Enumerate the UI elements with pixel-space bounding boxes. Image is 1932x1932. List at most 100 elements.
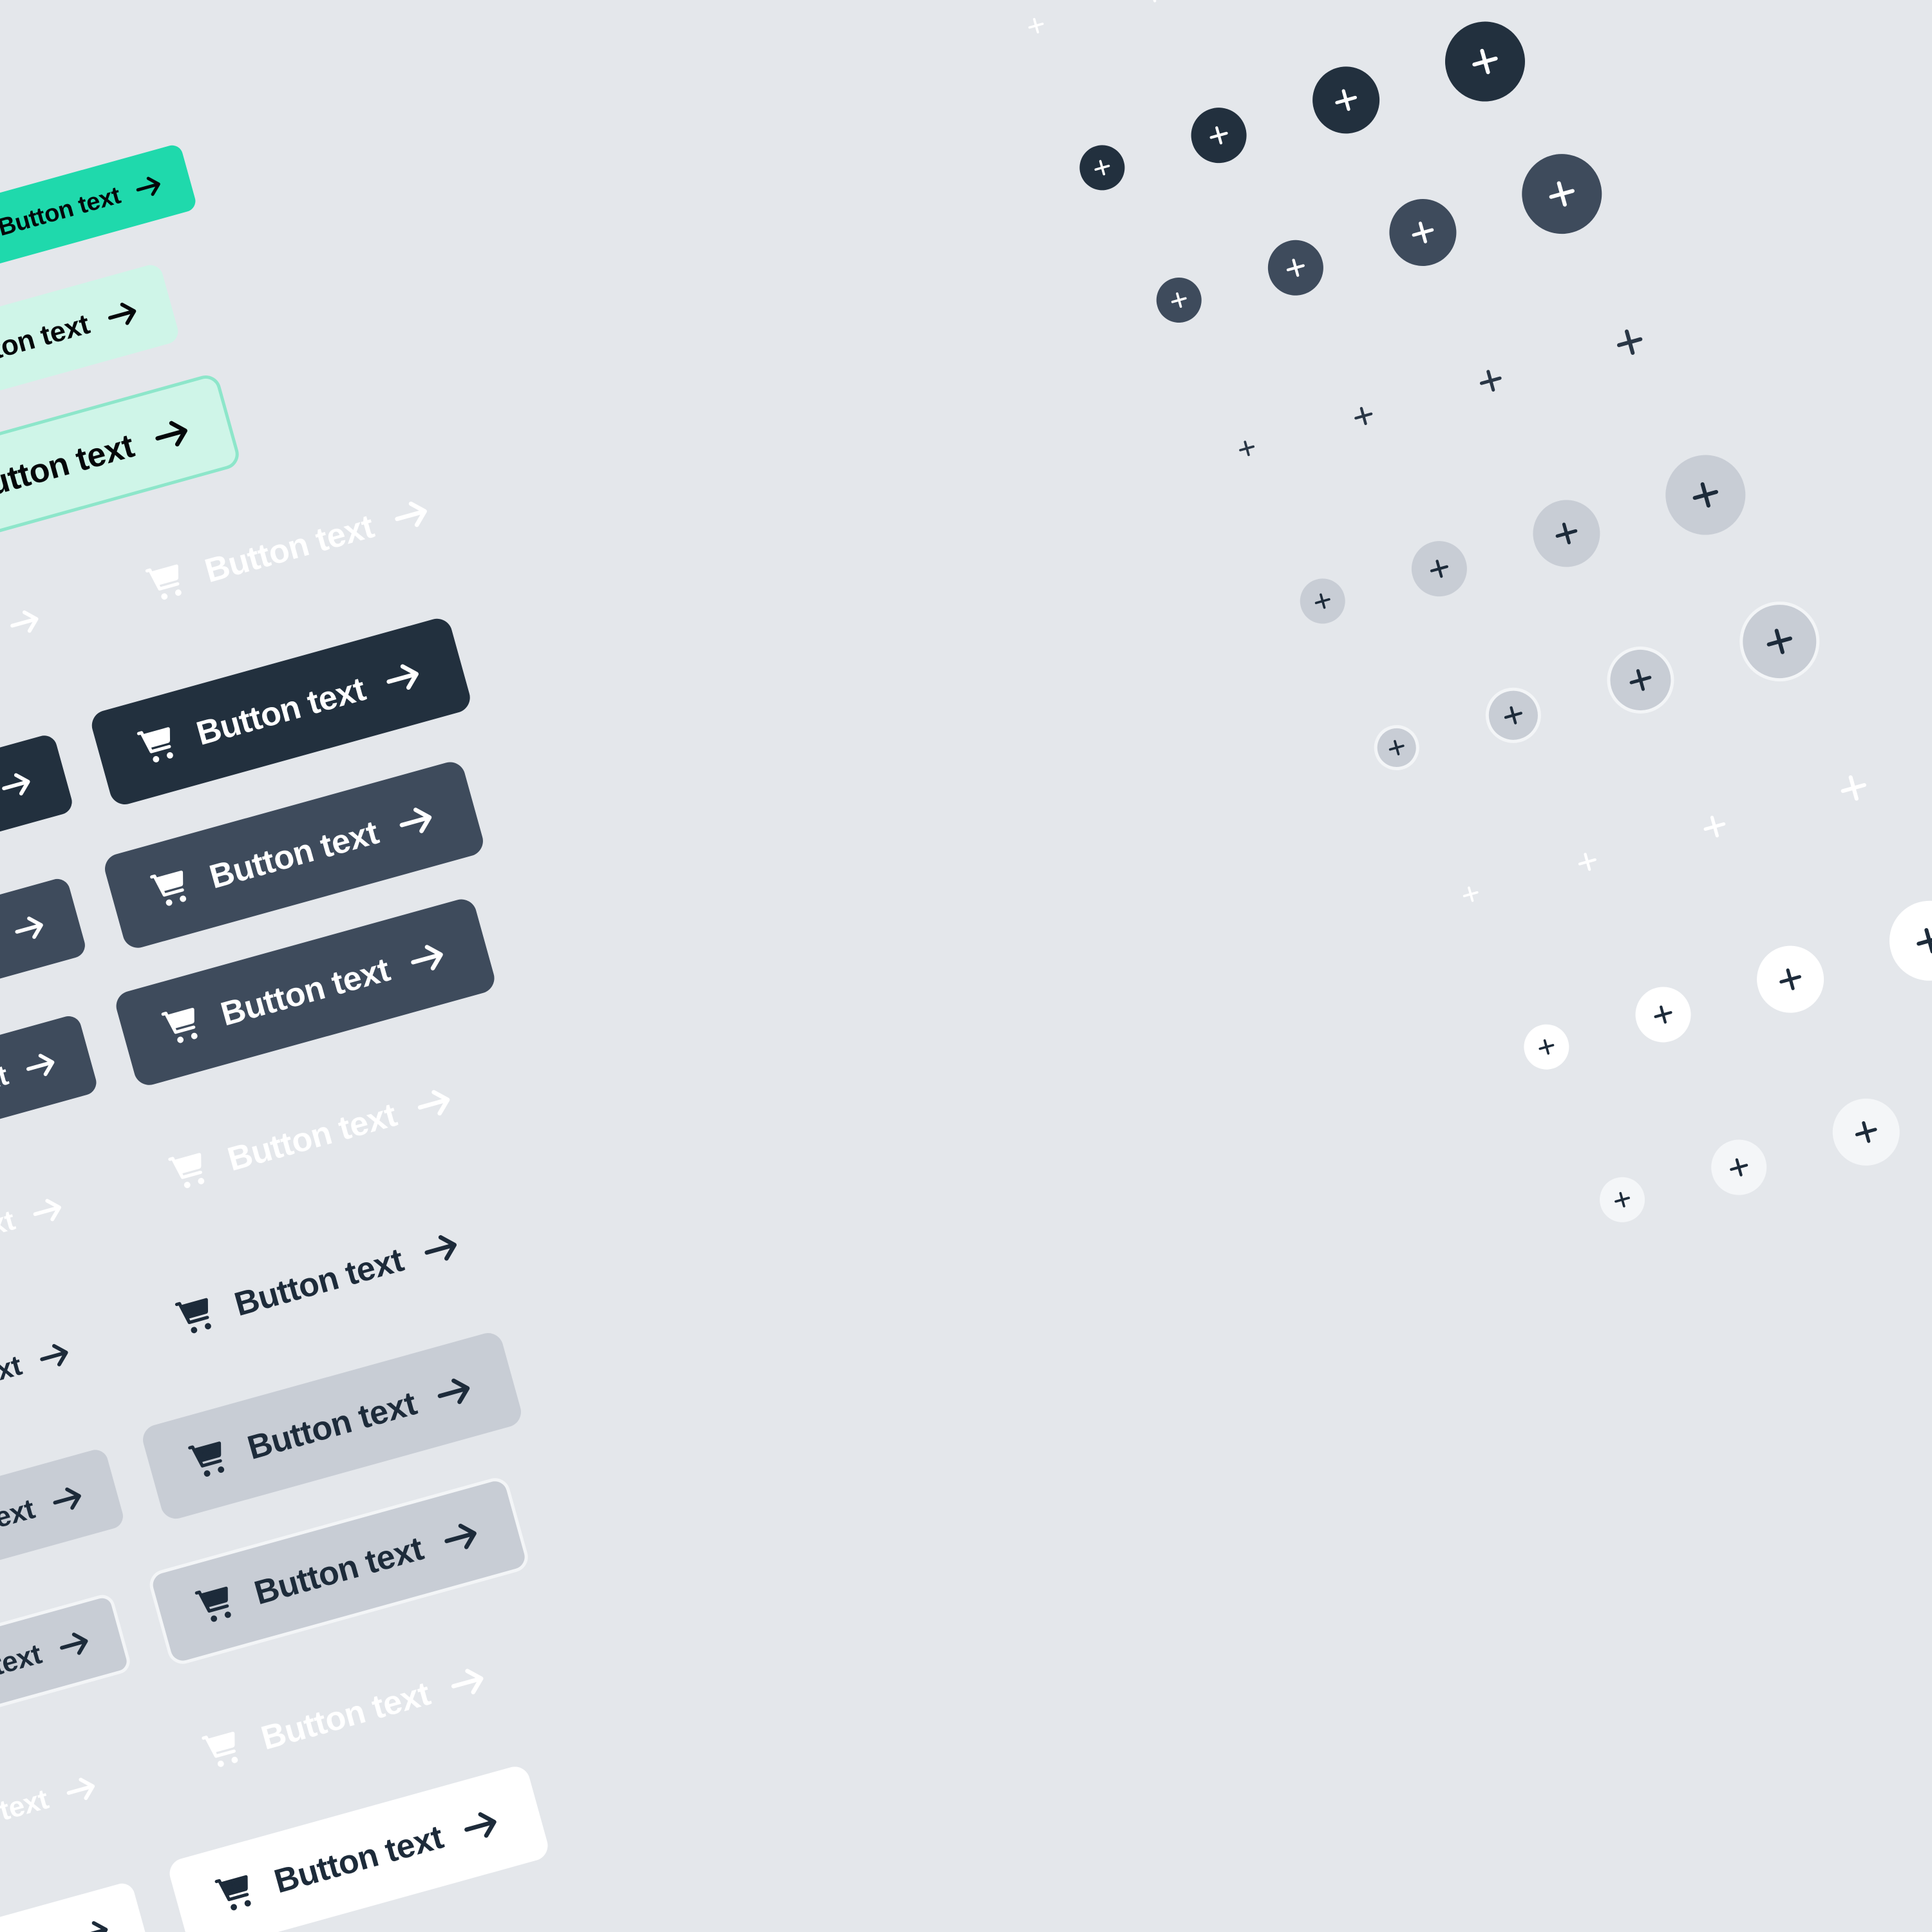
- add-to-cart-button[interactable]: Button text: [0, 1880, 153, 1932]
- button-label: Button text: [0, 1493, 38, 1562]
- arrow-right-icon: [442, 1657, 493, 1708]
- add-icon-button[interactable]: [1804, 739, 1903, 837]
- add-icon-button[interactable]: [1730, 592, 1829, 691]
- arrow-right-icon: [402, 933, 453, 984]
- plus-icon: [1463, 39, 1508, 84]
- add-icon-button[interactable]: [1705, 1133, 1774, 1202]
- add-icon-button[interactable]: [1074, 140, 1130, 196]
- add-to-cart-button[interactable]: Button text: [0, 1737, 140, 1899]
- add-icon-button[interactable]: [1824, 1090, 1908, 1173]
- add-icon-button[interactable]: [1880, 891, 1932, 990]
- plus-icon: [1696, 808, 1734, 846]
- plus-icon: [1166, 287, 1193, 314]
- add-icon-button[interactable]: [1443, 866, 1499, 922]
- button-label: Button text: [0, 1204, 19, 1274]
- plus-icon: [1609, 1186, 1636, 1213]
- text-button-rows: Button text Button text Button text Button …: [0, 0, 1932, 1932]
- arrow-right-icon: [52, 1622, 97, 1667]
- arrow-right-icon: [7, 906, 52, 951]
- plus-icon: [1497, 699, 1529, 731]
- gray-outline-icon-row: [1364, 592, 1829, 792]
- button-label: Button text: [0, 182, 124, 242]
- button-label: Button text: [243, 1385, 421, 1467]
- add-to-cart-icon: [198, 1725, 249, 1776]
- arrow-right-icon: [415, 1223, 466, 1274]
- button-label: Button text: [257, 1674, 435, 1757]
- plus-icon: [1540, 172, 1584, 216]
- add-icon-button[interactable]: [1405, 535, 1473, 603]
- button-label: Button text: [0, 427, 138, 510]
- add-icon-button[interactable]: [1525, 492, 1608, 575]
- arrow-right-icon: [3, 600, 47, 645]
- add-icon-button[interactable]: [1009, 0, 1064, 53]
- arrow-right-icon: [32, 1334, 77, 1378]
- white-icon-row: [1514, 891, 1932, 1091]
- add-icon-button[interactable]: [1119, 0, 1187, 28]
- add-icon-button[interactable]: [1294, 573, 1350, 629]
- plus-icon: [1622, 661, 1660, 699]
- add-icon-button[interactable]: [1594, 1171, 1651, 1227]
- arrow-right-icon: [19, 1043, 63, 1088]
- add-icon-button[interactable]: [1553, 828, 1622, 896]
- button-label: Button text: [205, 813, 383, 896]
- plus-icon: [1571, 846, 1603, 878]
- plus-icon: [1348, 400, 1379, 431]
- add-icon-button[interactable]: [1599, 638, 1682, 721]
- add-icon-button[interactable]: [1219, 421, 1274, 476]
- add-icon-button[interactable]: [1749, 938, 1832, 1021]
- add-icon-button[interactable]: [1512, 144, 1611, 243]
- plus-icon: [1023, 12, 1050, 39]
- plus-icon: [1472, 362, 1510, 400]
- add-icon-button[interactable]: [1479, 681, 1548, 750]
- add-icon-button[interactable]: [1151, 272, 1207, 328]
- plus-icon: [1907, 918, 1932, 963]
- add-icon-button[interactable]: [1519, 1019, 1575, 1075]
- add-to-cart-button[interactable]: Button text: [0, 570, 83, 732]
- gray-icon-row: [1290, 446, 1755, 645]
- add-to-cart-icon: [172, 1291, 223, 1341]
- add-icon-button[interactable]: [1368, 719, 1425, 776]
- rotated-button-grid: Button text Button text Button text Button …: [0, 0, 1932, 1932]
- plus-icon: [1309, 587, 1336, 614]
- plus-icon: [1089, 154, 1116, 181]
- plus-icon: [1533, 1034, 1560, 1061]
- plus-icon: [1383, 734, 1410, 761]
- arrow-right-icon: [435, 1512, 486, 1563]
- add-to-cart-icon: [165, 1146, 216, 1197]
- add-icon-button[interactable]: [1329, 382, 1397, 450]
- add-icon-button[interactable]: [1261, 233, 1330, 302]
- plus-icon: [1203, 120, 1235, 151]
- plus-icon: [1683, 473, 1728, 517]
- button-label: Button text: [223, 1096, 401, 1179]
- button-label: Button text: [0, 1059, 12, 1129]
- add-icon-button[interactable]: [1305, 59, 1388, 142]
- plus-icon: [1647, 999, 1679, 1030]
- button-label: Button text: [192, 670, 370, 753]
- plus-icon: [1457, 881, 1484, 908]
- button-label: Button text: [216, 951, 394, 1034]
- add-icon-button[interactable]: [1673, 785, 1756, 867]
- button-label: Button text: [0, 1783, 52, 1853]
- button-label: Button text: [230, 1241, 408, 1324]
- icon-button-rows: [0, 0, 1932, 1227]
- add-icon-button[interactable]: [1580, 293, 1679, 392]
- add-icon-button[interactable]: [1381, 191, 1464, 274]
- arrow-right-icon: [428, 1367, 479, 1417]
- add-to-cart-icon: [211, 1868, 262, 1919]
- plus-icon: [1423, 553, 1455, 585]
- plus-icon: [1404, 213, 1442, 251]
- plus-icon: [1327, 81, 1365, 119]
- gray-ghost-icon-row: [1438, 739, 1902, 938]
- dark-ghost-icon-row: [1215, 293, 1679, 493]
- add-icon-button[interactable]: [1656, 446, 1755, 544]
- add-icon-button[interactable]: [1435, 12, 1535, 111]
- add-icon-button[interactable]: [1450, 339, 1532, 422]
- add-icon-button[interactable]: [1184, 101, 1253, 170]
- plus-icon: [1233, 435, 1260, 462]
- plus-icon: [1772, 960, 1810, 998]
- plus-icon: [1607, 320, 1652, 365]
- add-to-cart-button[interactable]: Button text: [0, 142, 198, 281]
- arrow-right-icon: [129, 168, 167, 206]
- arrow-right-icon: [0, 762, 39, 807]
- add-icon-button[interactable]: [1629, 980, 1698, 1049]
